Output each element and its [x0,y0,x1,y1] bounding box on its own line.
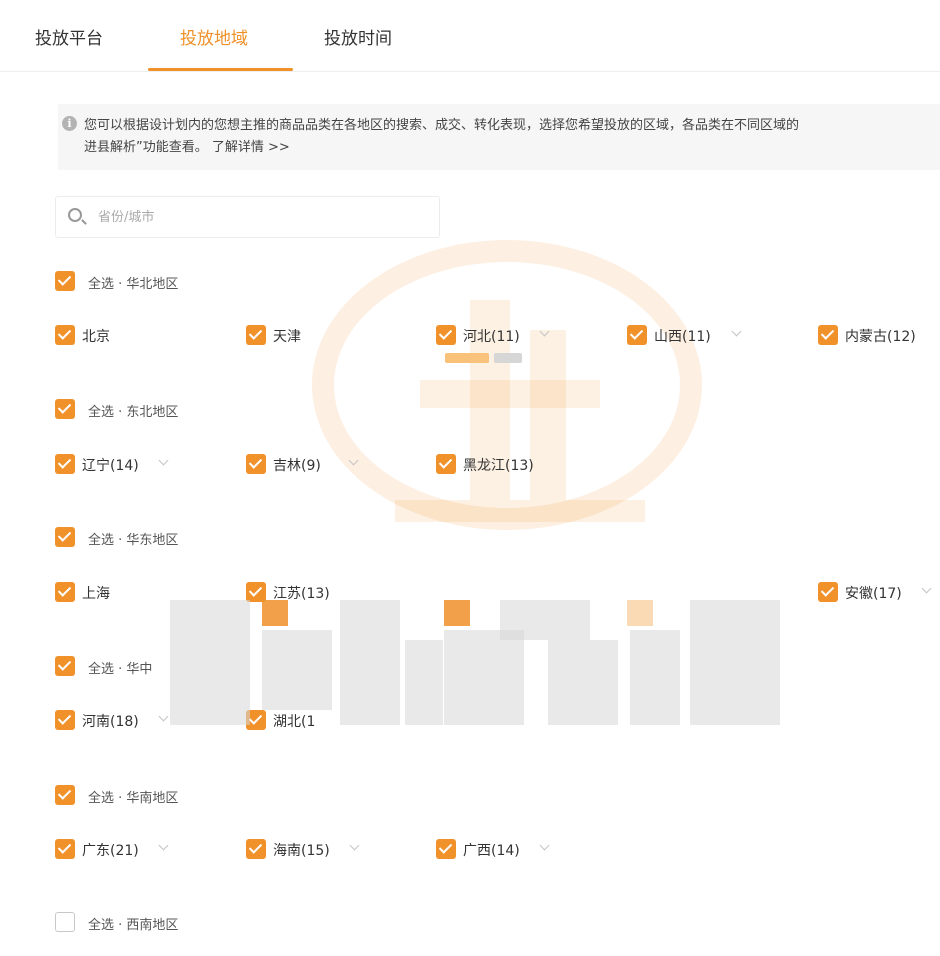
select-all-label-south-china: 全选 · 华南地区 [88,791,179,806]
notice-line2-text: 进县解析”功能查看。 [84,140,208,155]
province-label-anhui: 安徽(17) [845,586,902,602]
select-all-label-central-china: 全选 · 华中 [88,662,153,677]
province-label-tianjin: 天津 [273,329,301,345]
select-all-label-southwest: 全选 · 西南地区 [88,918,179,933]
select-all-checkbox-north-china[interactable] [55,271,75,291]
province-checkbox-guangdong[interactable] [55,839,75,859]
province-checkbox-jilin[interactable] [246,454,266,474]
province-checkbox-hainan[interactable] [246,839,266,859]
province-checkbox-heilongjiang[interactable] [436,454,456,474]
watermark-shape [530,330,566,500]
chevron-down-icon[interactable] [158,840,169,851]
province-checkbox-beijing[interactable] [55,325,75,345]
province-checkbox-anhui[interactable] [818,582,838,602]
select-all-checkbox-south-china[interactable] [55,785,75,805]
select-all-checkbox-southwest[interactable] [55,912,75,932]
watermark-shape [395,500,645,522]
select-all-label-north-china: 全选 · 华北地区 [88,277,179,292]
select-all-checkbox-northeast[interactable] [55,399,75,419]
province-label-jilin: 吉林(9) [273,458,321,474]
province-label-shanghai: 上海 [82,586,110,602]
notice-text: 您可以根据设计划内的您想主推的商品品类在各地区的搜索、成交、转化表现，选择您希望… [84,118,800,133]
chevron-down-icon[interactable] [731,326,742,337]
chevron-down-icon[interactable] [349,840,360,851]
province-checkbox-hebei[interactable] [436,325,456,345]
search-input[interactable] [98,205,428,229]
province-label-hainan: 海南(15) [273,843,330,859]
chevron-down-icon[interactable] [158,455,169,466]
province-label-hubei: 湖北(1 [273,714,316,730]
tab-region[interactable]: 投放地域 [180,24,248,49]
notice-text-line2: 进县解析”功能查看。 了解详情 >> [84,139,290,157]
region-search [55,196,440,238]
province-label-heilongjiang: 黑龙江(13) [463,458,534,474]
chevron-down-icon[interactable] [539,840,550,851]
tab-platform[interactable]: 投放平台 [35,24,103,49]
tab-bar: 投放平台 投放地域 投放时间 [0,0,940,72]
province-checkbox-inner-mongolia[interactable] [818,325,838,345]
search-icon [68,208,82,222]
select-all-label-northeast: 全选 · 东北地区 [88,405,179,420]
province-checkbox-henan[interactable] [55,710,75,730]
progress-bar [445,353,489,363]
select-all-checkbox-central-china[interactable] [55,656,75,676]
learn-more-link[interactable]: 了解详情 >> [212,140,290,155]
province-label-guangxi: 广西(14) [463,843,520,859]
province-label-hebei: 河北(11) [463,329,520,345]
province-checkbox-guangxi[interactable] [436,839,456,859]
province-label-liaoning: 辽宁(14) [82,458,139,474]
tab-time[interactable]: 投放时间 [324,24,392,49]
province-label-inner-mongolia: 内蒙古(12) [845,329,916,345]
province-checkbox-tianjin[interactable] [246,325,266,345]
watermark-shape [420,380,600,408]
select-all-checkbox-east-china[interactable] [55,527,75,547]
province-label-shanxi: 山西(11) [654,329,711,345]
chevron-down-icon[interactable] [158,711,169,722]
select-all-label-east-china: 全选 · 华东地区 [88,533,179,548]
active-tab-indicator [148,68,293,71]
province-checkbox-shanghai[interactable] [55,582,75,602]
province-checkbox-jiangsu[interactable] [246,582,266,602]
info-icon: i [62,116,77,131]
province-label-beijing: 北京 [82,329,110,345]
province-label-guangdong: 广东(21) [82,843,139,859]
province-checkbox-shanxi[interactable] [627,325,647,345]
progress-bar [494,353,522,363]
province-label-henan: 河南(18) [82,714,139,730]
chevron-down-icon[interactable] [921,583,932,594]
province-checkbox-liaoning[interactable] [55,454,75,474]
